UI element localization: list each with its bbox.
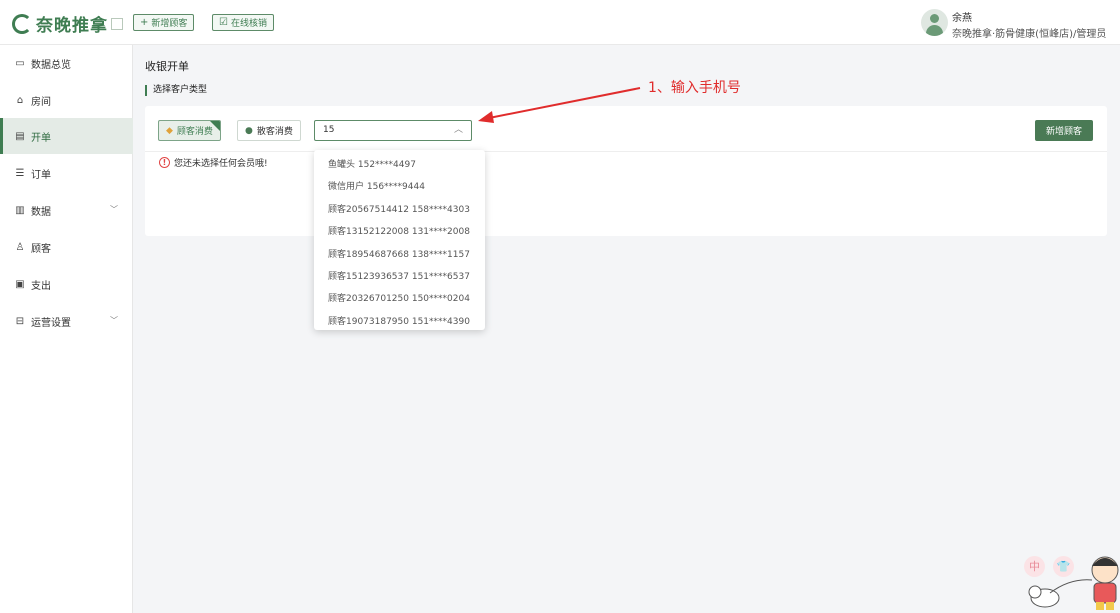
dropdown-option[interactable]: 顾客13152122008 131****2008 xyxy=(314,221,485,243)
user-icon: ● xyxy=(245,125,253,136)
diamond-icon: ◆ xyxy=(166,125,173,136)
plus-icon: + xyxy=(140,17,149,28)
no-member-warning: ! 您还未选择任何会员哦! xyxy=(159,156,268,169)
page-title: 收银开单 xyxy=(145,60,189,73)
edit-icon: ☑ xyxy=(219,17,228,28)
dropdown-option[interactable]: 微信用户 156****9444 xyxy=(314,176,485,198)
walkin-consumption-button[interactable]: ● 散客消费 xyxy=(237,120,301,141)
sidebar-item-expenses[interactable]: ▣ 支出 xyxy=(0,266,133,302)
dropdown-option[interactable]: 顾客20326701250 150****0204 xyxy=(314,288,485,310)
add-customer-button[interactable]: 新增顾客 xyxy=(1035,120,1093,141)
sidebar-item-data[interactable]: ▥ 数据 ﹀ xyxy=(0,192,133,228)
home-icon: ⌂ xyxy=(16,94,24,106)
online-verify-label: 在线核销 xyxy=(230,19,267,29)
sidebar-item-label: 订单 xyxy=(31,169,51,181)
wallet-icon: ▣ xyxy=(15,278,25,290)
walkin-consumption-label: 散客消费 xyxy=(256,127,293,137)
user-role: 奈晚推拿·筋骨健康(恒峰店)/管理员 xyxy=(952,29,1107,40)
chart-icon: ▥ xyxy=(15,204,25,216)
annotation-arrow-icon xyxy=(478,87,641,123)
customer-search-value: 15 xyxy=(323,125,335,135)
user-icon: ♙ xyxy=(15,241,25,253)
add-customer-header-label: 新增顾客 xyxy=(151,19,188,29)
chevron-up-icon: ︿ xyxy=(453,125,463,135)
sidebar-item-label: 支出 xyxy=(31,280,51,292)
sidebar-item-overview[interactable]: ▭ 数据总览 xyxy=(0,45,133,81)
document-icon: ▤ xyxy=(15,130,25,142)
qr-icon xyxy=(111,17,123,30)
dropdown-option[interactable]: 顾客18954687668 138****1157 xyxy=(314,244,485,266)
sidebar-item-rooms[interactable]: ⌂ 房间 xyxy=(0,82,133,118)
top-header: 奈晚推拿 + 新增顾客 ☑ 在线核销 余燕 奈晚推拿·筋骨健康(恒峰店)/管理员 xyxy=(0,0,1120,45)
chevron-down-icon: ﹀ xyxy=(110,316,118,325)
selected-check-icon xyxy=(209,121,220,131)
dropdown-option[interactable]: 顾客19073187950 151****4390 xyxy=(314,311,485,330)
dropdown-option[interactable]: 顾客15123936537 151****6537 xyxy=(314,266,485,288)
customer-dropdown[interactable]: 鱼罐头 152****4497 微信用户 156****9444 顾客20567… xyxy=(314,150,485,330)
annotation-text: 1、输入手机号 xyxy=(648,80,741,96)
section-label: 选择客户类型 xyxy=(145,85,207,96)
sidebar-item-operations[interactable]: ⊟ 运营设置 ﹀ xyxy=(0,303,133,339)
logo-text: 奈晚推拿 xyxy=(36,16,108,36)
dropdown-option[interactable]: 鱼罐头 152****4497 xyxy=(314,154,485,176)
dropdown-option[interactable]: 顾客20567514412 158****4303 xyxy=(314,199,485,221)
member-consumption-label: 顾客消费 xyxy=(176,127,213,137)
sidebar-item-label: 数据总览 xyxy=(31,59,71,71)
sidebar-item-label: 房间 xyxy=(31,96,51,108)
sidebar-item-label: 运营设置 xyxy=(31,317,71,329)
logo[interactable]: 奈晚推拿 xyxy=(12,11,123,36)
sidebar-item-label: 顾客 xyxy=(31,243,51,255)
member-consumption-button[interactable]: ◆ 顾客消费 xyxy=(158,120,221,141)
add-customer-header-button[interactable]: + 新增顾客 xyxy=(133,14,195,31)
logo-mark-icon xyxy=(12,13,32,34)
mascot-icon[interactable] xyxy=(1020,548,1120,613)
sidebar-item-billing[interactable]: ▤ 开单 xyxy=(0,118,133,154)
sidebar-item-orders[interactable]: ☰ 订单 xyxy=(0,155,133,191)
online-verify-button[interactable]: ☑ 在线核销 xyxy=(212,14,274,31)
user-name: 余燕 xyxy=(952,13,972,24)
chevron-down-icon: ﹀ xyxy=(110,205,118,214)
sidebar-item-label: 数据 xyxy=(31,206,51,218)
warning-text: 您还未选择任何会员哦! xyxy=(174,159,268,169)
avatar[interactable] xyxy=(921,9,948,36)
sidebar: ▭ 数据总览 ⌂ 房间 ▤ 开单 ☰ 订单 ▥ 数据 ﹀ ♙ 顾客 ▣ 支出 ⊟… xyxy=(0,45,133,613)
monitor-icon: ▭ xyxy=(15,57,25,69)
sidebar-item-customers[interactable]: ♙ 顾客 xyxy=(0,229,133,265)
list-icon: ☰ xyxy=(15,167,25,179)
customer-search-input[interactable]: 15 ︿ xyxy=(314,120,472,141)
sidebar-item-label: 开单 xyxy=(31,132,51,144)
settings-icon: ⊟ xyxy=(15,315,25,327)
warning-icon: ! xyxy=(159,157,170,168)
divider xyxy=(145,151,1107,152)
